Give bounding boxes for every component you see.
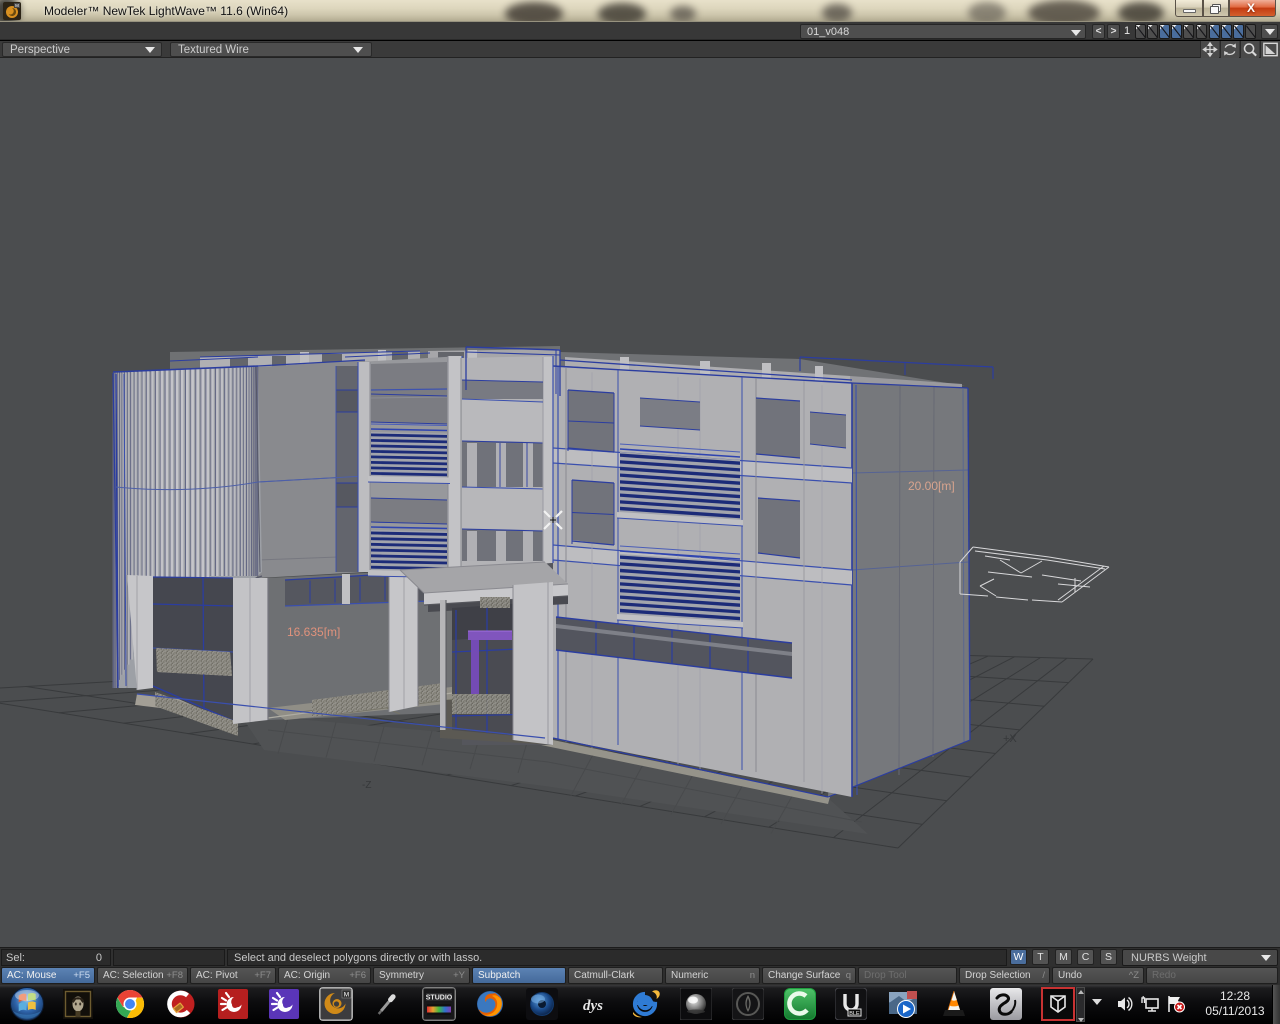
- svg-text:M: M: [344, 992, 349, 999]
- svg-text:STUDIO: STUDIO: [426, 995, 453, 1002]
- svg-text:16.635[m]: 16.635[m]: [287, 625, 340, 639]
- svg-text:20.00[m]: 20.00[m]: [908, 479, 955, 493]
- svg-text:-Z: -Z: [362, 780, 371, 791]
- svg-text:dys: dys: [583, 998, 603, 1014]
- svg-text:M: M: [15, 3, 19, 8]
- svg-text:+X: +X: [1003, 733, 1017, 745]
- svg-text:BLE: BLE: [849, 1011, 860, 1017]
